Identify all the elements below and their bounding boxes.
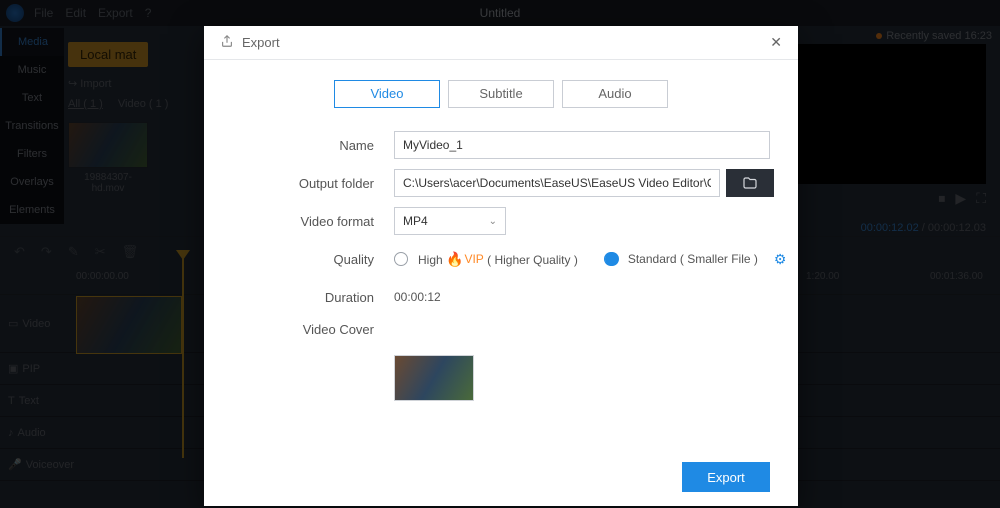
- export-dialog-title: Export: [242, 35, 280, 50]
- flame-icon: 🔥: [446, 251, 463, 268]
- quality-settings-button[interactable]: ⚙: [774, 251, 787, 268]
- label-name: Name: [204, 138, 394, 153]
- export-form: Name Output folder Video format MP4 ⌄ Qu…: [204, 126, 798, 401]
- label-output-folder: Output folder: [204, 176, 394, 191]
- tab-audio[interactable]: Audio: [562, 80, 668, 108]
- label-duration: Duration: [204, 290, 394, 305]
- export-dialog: Export ✕ Video Subtitle Audio Name Outpu…: [204, 26, 798, 506]
- quality-high-label: High 🔥VIP ( Higher Quality ): [418, 251, 578, 268]
- export-icon: [220, 34, 234, 51]
- label-quality: Quality: [204, 252, 394, 267]
- tab-subtitle[interactable]: Subtitle: [448, 80, 554, 108]
- export-tabs: Video Subtitle Audio: [204, 80, 798, 108]
- duration-value: 00:00:12: [394, 290, 441, 304]
- export-button[interactable]: Export: [682, 462, 770, 492]
- tab-video[interactable]: Video: [334, 80, 440, 108]
- close-button[interactable]: ✕: [770, 34, 782, 51]
- video-cover-thumbnail[interactable]: [394, 355, 474, 401]
- label-video-format: Video format: [204, 214, 394, 229]
- quality-standard-radio[interactable]: ✔: [604, 252, 618, 266]
- quality-standard-label: Standard ( Smaller File ): [628, 252, 758, 266]
- quality-high-radio[interactable]: [394, 252, 408, 266]
- chevron-down-icon: ⌄: [489, 216, 497, 227]
- browse-folder-button[interactable]: [726, 169, 774, 197]
- output-folder-input[interactable]: [394, 169, 720, 197]
- video-format-select[interactable]: MP4 ⌄: [394, 207, 506, 235]
- folder-icon: [742, 175, 758, 191]
- name-input[interactable]: [394, 131, 770, 159]
- label-video-cover: Video Cover: [204, 320, 394, 337]
